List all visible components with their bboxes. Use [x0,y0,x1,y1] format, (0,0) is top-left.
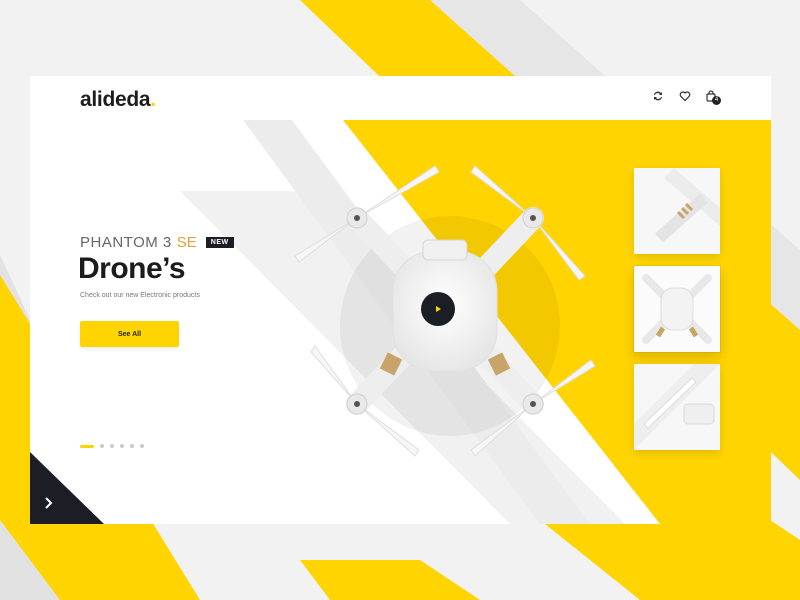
thumbnail-3[interactable] [634,364,720,450]
cart-icon[interactable]: 4 [703,88,721,105]
cart-count-badge: 4 [712,96,721,105]
play-video-button[interactable] [421,292,455,326]
slider-dot-1[interactable] [80,444,94,448]
drone-propeller-thumbnail [634,364,720,450]
drone-top-thumbnail [634,266,720,352]
slider-dot-6[interactable] [140,444,144,448]
brand-name: alideda [80,88,151,111]
slider-pagination [80,444,144,448]
thumbnail-2[interactable] [634,266,720,352]
product-name: PHANTOM 3 [80,234,172,251]
new-badge: NEW [205,237,234,248]
see-all-button[interactable]: See All [80,321,179,347]
drone-arm-thumbnail [634,168,720,254]
chevron-right-icon [45,497,53,509]
hero-subtitle: Check out our new Electronic products [80,292,200,299]
slider-dot-3[interactable] [110,444,114,448]
compare-icon[interactable] [650,88,666,104]
slider-dot-4[interactable] [120,444,124,448]
product-suffix: SE [176,234,197,251]
product-title-line: PHANTOM 3 SE NEW [80,234,234,251]
slider-dot-5[interactable] [130,444,134,448]
thumbnail-1[interactable] [634,168,720,254]
brand-dot: . [150,88,156,111]
brand-logo[interactable]: alideda. [80,88,156,112]
heart-icon[interactable] [677,88,693,104]
play-icon [436,306,441,312]
slider-dot-2[interactable] [100,444,104,448]
next-slide-button[interactable] [30,452,104,524]
hero-headline: Drone’s [78,252,186,285]
hero-card: alideda. 4 PHANTOM 3 SE NEW Drone’s Chec… [30,76,771,524]
